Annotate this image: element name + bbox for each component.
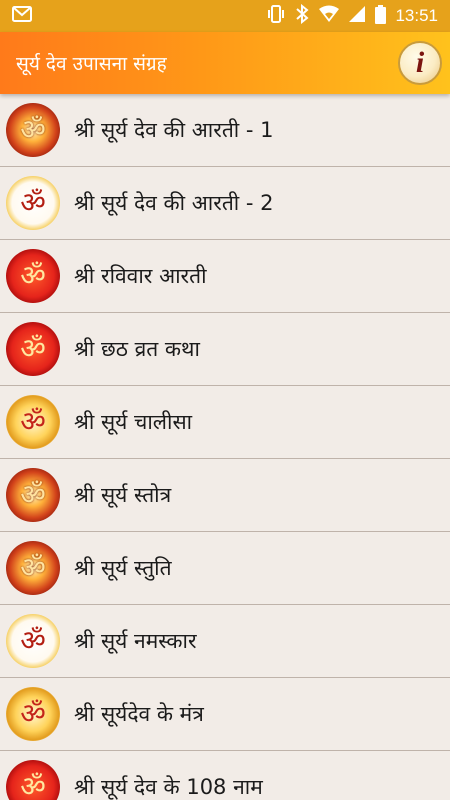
om-glyph: ॐ — [20, 259, 46, 292]
status-left — [12, 6, 32, 26]
om-icon: ॐ — [6, 249, 60, 303]
list-item[interactable]: ॐ श्री सूर्य नमस्कार — [0, 605, 450, 678]
om-icon: ॐ — [6, 468, 60, 522]
vibrate-icon — [267, 4, 285, 28]
signal-icon — [348, 5, 366, 27]
list-item[interactable]: ॐ श्री रविवार आरती — [0, 240, 450, 313]
wifi-icon — [319, 5, 340, 27]
list-item-label: श्री छठ व्रत कथा — [74, 337, 200, 361]
status-right: 13:51 — [267, 3, 438, 28]
om-glyph: ॐ — [20, 332, 46, 365]
list-item-label: श्री सूर्य नमस्कार — [74, 629, 197, 653]
info-button[interactable]: i — [398, 41, 442, 85]
list-item-label: श्री सूर्य स्तुति — [74, 556, 172, 580]
list-item[interactable]: ॐ श्री छठ व्रत कथा — [0, 313, 450, 386]
list-item[interactable]: ॐ श्री सूर्य देव की आरती - 1 — [0, 94, 450, 167]
om-icon: ॐ — [6, 687, 60, 741]
list-item-label: श्री सूर्य चालीसा — [74, 410, 193, 434]
list-item[interactable]: ॐ श्री सूर्य देव के 108 नाम — [0, 751, 450, 800]
om-glyph: ॐ — [20, 186, 46, 219]
list-item-label: श्री रविवार आरती — [74, 264, 207, 288]
om-glyph: ॐ — [20, 551, 46, 584]
list-item-label: श्री सूर्यदेव के मंत्र — [74, 702, 204, 726]
list-item[interactable]: ॐ श्री सूर्य देव की आरती - 2 — [0, 167, 450, 240]
app-bar: सूर्य देव उपासना संग्रह i — [0, 32, 450, 94]
list-item-label: श्री सूर्य स्तोत्र — [74, 483, 172, 507]
bluetooth-icon — [294, 3, 310, 28]
list-item[interactable]: ॐ श्री सूर्यदेव के मंत्र — [0, 678, 450, 751]
om-icon: ॐ — [6, 614, 60, 668]
status-bar: 13:51 — [0, 0, 450, 32]
om-glyph: ॐ — [20, 697, 46, 730]
om-icon: ॐ — [6, 760, 60, 800]
om-glyph: ॐ — [20, 478, 46, 511]
om-icon: ॐ — [6, 103, 60, 157]
om-glyph: ॐ — [20, 624, 46, 657]
info-icon: i — [415, 46, 425, 79]
status-time: 13:51 — [395, 6, 438, 25]
list-item-label: श्री सूर्य देव की आरती - 1 — [74, 118, 274, 142]
list-item-label: श्री सूर्य देव की आरती - 2 — [74, 191, 274, 215]
om-icon: ॐ — [6, 322, 60, 376]
content-list: ॐ श्री सूर्य देव की आरती - 1 ॐ श्री सूर्… — [0, 94, 450, 800]
app-title: सूर्य देव उपासना संग्रह — [16, 53, 167, 75]
gmail-icon — [12, 6, 32, 26]
om-glyph: ॐ — [20, 113, 46, 146]
om-icon: ॐ — [6, 541, 60, 595]
battery-icon — [375, 4, 387, 28]
om-glyph: ॐ — [20, 770, 46, 800]
om-icon: ॐ — [6, 395, 60, 449]
om-glyph: ॐ — [20, 405, 46, 438]
list-item[interactable]: ॐ श्री सूर्य स्तोत्र — [0, 459, 450, 532]
list-item[interactable]: ॐ श्री सूर्य चालीसा — [0, 386, 450, 459]
om-icon: ॐ — [6, 176, 60, 230]
list-item[interactable]: ॐ श्री सूर्य स्तुति — [0, 532, 450, 605]
list-item-label: श्री सूर्य देव के 108 नाम — [74, 775, 263, 799]
